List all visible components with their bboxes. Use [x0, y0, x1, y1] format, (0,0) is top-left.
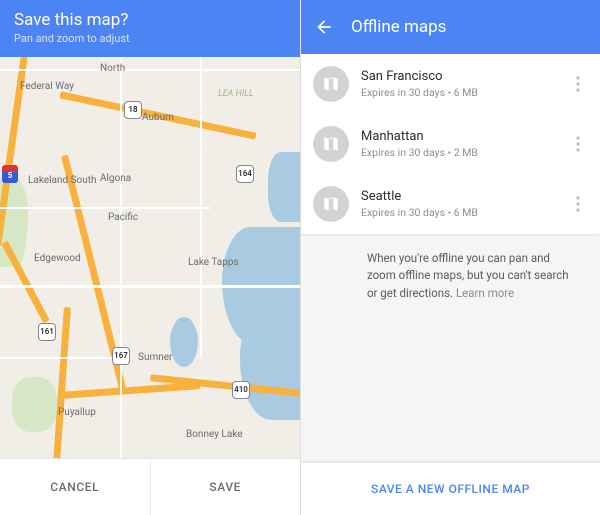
learn-more-link[interactable]: Learn more [456, 286, 514, 300]
list-item[interactable]: Seattle Expires in 30 days • 6 MB [301, 174, 600, 234]
item-title: Seattle [361, 189, 556, 204]
right-footer: SAVE A NEW OFFLINE MAP [301, 462, 600, 515]
overflow-button[interactable] [568, 76, 588, 92]
map-label: Algona [100, 173, 131, 184]
map-label: Pacific [108, 212, 138, 223]
left-header: Save this map? Pan and zoom to adjust [0, 0, 300, 57]
overflow-button[interactable] [568, 196, 588, 212]
map-canvas[interactable]: Federal Way North Auburn LEA HILL Lakela… [0, 57, 300, 460]
item-meta: Expires in 30 days • 6 MB [361, 206, 556, 219]
map-icon [313, 186, 349, 222]
overflow-button[interactable] [568, 136, 588, 152]
map-label: Auburn [142, 112, 174, 123]
back-button[interactable] [313, 16, 335, 38]
map-label: Puyallup [58, 407, 96, 418]
offline-list-card: San Francisco Expires in 30 days • 6 MB … [301, 54, 600, 234]
map-viewport[interactable]: Federal Way North Auburn LEA HILL Lakela… [0, 57, 300, 460]
offline-info: When you're offline you can pan and zoom… [301, 234, 600, 302]
list-item[interactable]: San Francisco Expires in 30 days • 6 MB [301, 54, 600, 114]
offline-maps-pane: Offline maps San Francisco Expires in 30… [301, 0, 600, 515]
right-header: Offline maps [301, 0, 600, 54]
item-title: Manhattan [361, 129, 556, 144]
more-vert-icon [576, 196, 580, 212]
map-icon [313, 66, 349, 102]
save-new-map-button[interactable]: SAVE A NEW OFFLINE MAP [371, 482, 530, 496]
map-label: Bonney Lake [186, 429, 243, 440]
route-shield: 167 [112, 347, 130, 365]
map-icon [313, 126, 349, 162]
save-button[interactable]: SAVE [150, 459, 301, 515]
more-vert-icon [576, 136, 580, 152]
right-title: Offline maps [351, 17, 446, 37]
left-subtitle: Pan and zoom to adjust [14, 32, 286, 45]
map-label: Edgewood [34, 253, 81, 264]
more-vert-icon [576, 76, 580, 92]
arrow-left-icon [314, 17, 334, 37]
route-shield: 410 [232, 381, 250, 399]
item-meta: Expires in 30 days • 6 MB [361, 86, 556, 99]
route-shield: 18 [124, 101, 142, 119]
map-label: Lake Tapps [188, 257, 239, 268]
route-shield: 161 [38, 323, 56, 341]
map-label: LEA HILL [218, 89, 254, 99]
map-label: North [100, 63, 125, 74]
map-label: Lakeland South [28, 175, 97, 186]
interstate-shield: 5 [2, 165, 18, 183]
item-meta: Expires in 30 days • 2 MB [361, 146, 556, 159]
map-label: Federal Way [20, 81, 74, 92]
list-item[interactable]: Manhattan Expires in 30 days • 2 MB [301, 114, 600, 174]
left-title: Save this map? [14, 10, 286, 30]
route-shield: 164 [236, 165, 254, 183]
item-title: San Francisco [361, 69, 556, 84]
map-label: Sumner [138, 352, 172, 363]
save-map-pane: Save this map? Pan and zoom to adjust [0, 0, 301, 515]
left-footer: CANCEL SAVE [0, 458, 300, 515]
cancel-button[interactable]: CANCEL [0, 459, 150, 515]
